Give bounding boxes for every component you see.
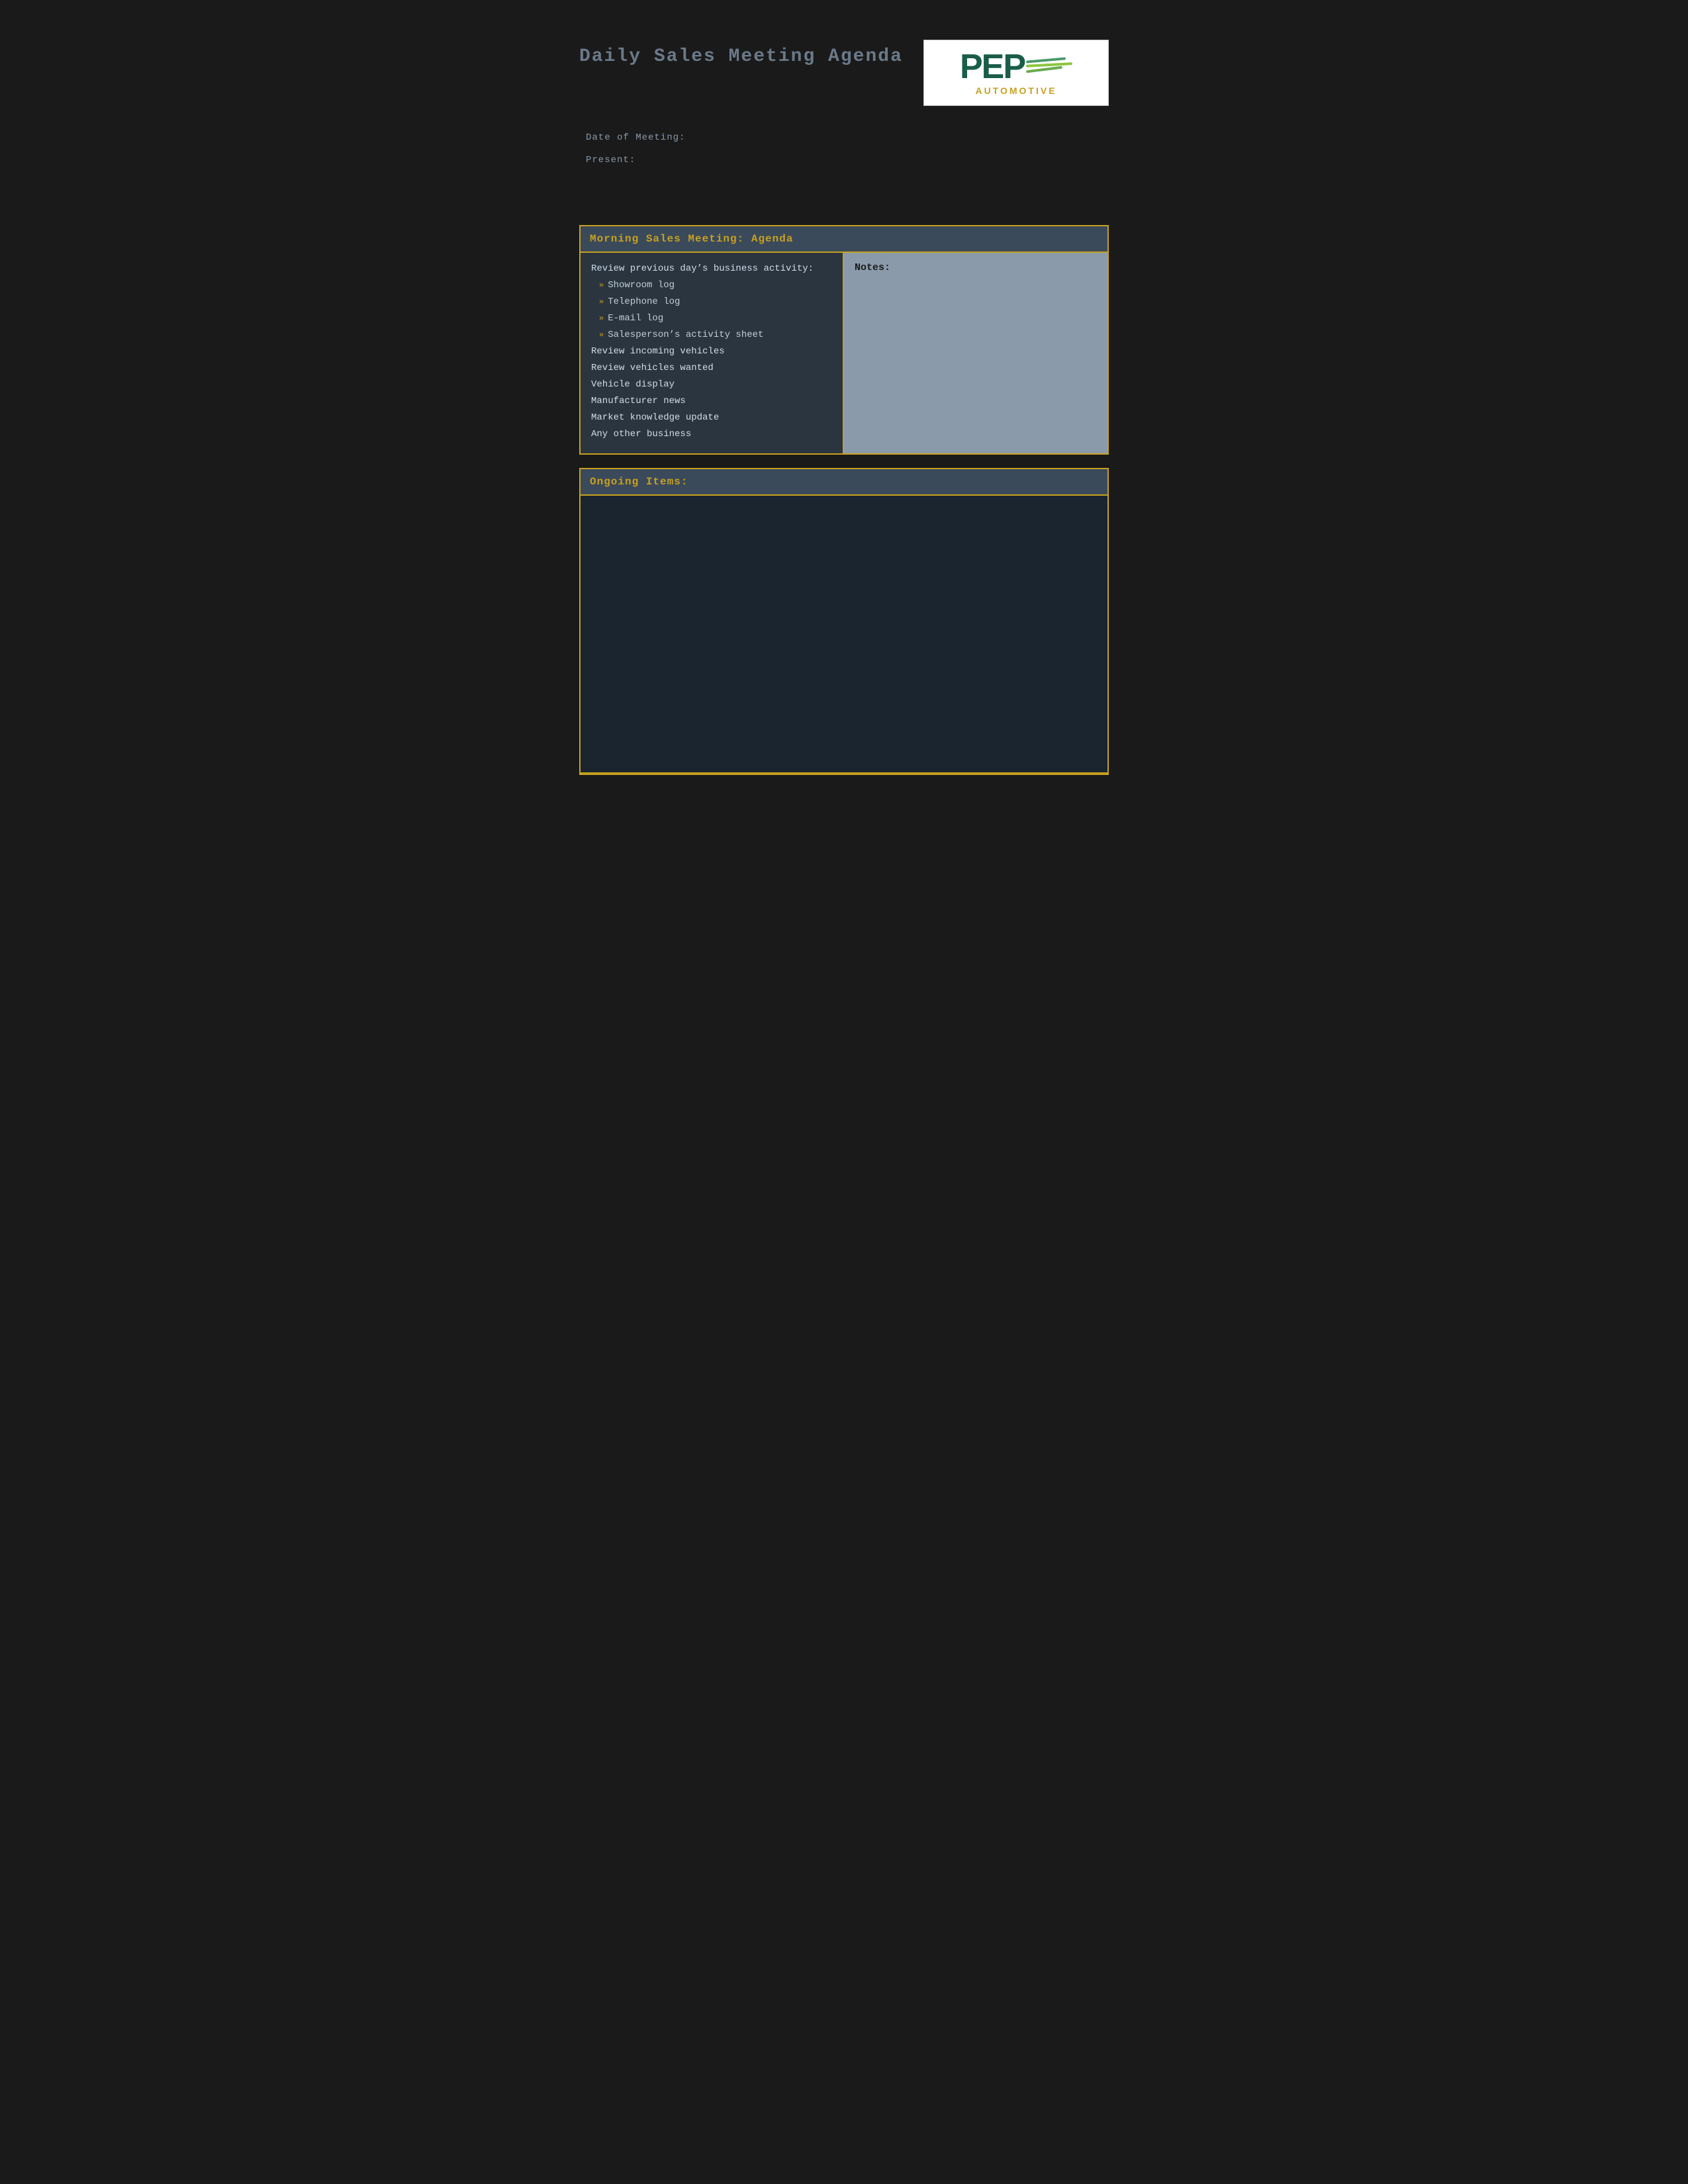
page-title: Daily Sales Meeting Agenda	[579, 46, 903, 67]
logo-container: PEP AUTOMOTIVE	[923, 40, 1109, 106]
ongoing-section: Ongoing Items:	[579, 468, 1109, 775]
bullet-icon: »	[599, 297, 604, 306]
agenda-left-column: Review previous day’s business activity:…	[581, 253, 844, 453]
ongoing-section-body	[581, 496, 1107, 774]
main-item-incoming: Review incoming vehicles	[591, 345, 832, 359]
logo-swoosh	[1026, 59, 1072, 73]
sub-item-email: »E-mail log	[591, 312, 832, 326]
present-label: Present:	[586, 155, 1109, 165]
bullet-icon: »	[599, 281, 604, 290]
morning-section-body: Review previous day’s business activity:…	[581, 253, 1107, 453]
morning-section: Morning Sales Meeting: Agenda Review pre…	[579, 225, 1109, 455]
bullet-icon: »	[599, 314, 604, 323]
header-section: Daily Sales Meeting Agenda PEP AUTOMOTIV…	[579, 40, 1109, 106]
main-item-vehicles-wanted: Review vehicles wanted	[591, 361, 832, 375]
notes-column: Notes:	[844, 253, 1107, 453]
page-container: Daily Sales Meeting Agenda PEP AUTOMOTIV…	[546, 13, 1142, 801]
main-item-vehicle-display: Vehicle display	[591, 378, 832, 392]
main-item-any-other: Any other business	[591, 428, 832, 441]
ongoing-section-header: Ongoing Items:	[581, 469, 1107, 496]
logo-pep-group: PEP	[960, 50, 1072, 84]
spacer	[579, 185, 1109, 225]
sub-item-salesperson: »Salesperson’s activity sheet	[591, 328, 832, 342]
morning-section-header: Morning Sales Meeting: Agenda	[581, 226, 1107, 253]
review-intro: Review previous day’s business activity:	[591, 262, 832, 276]
sub-item-showroom: »Showroom log	[591, 279, 832, 293]
main-item-manufacturer: Manufacturer news	[591, 394, 832, 408]
meta-section: Date of Meeting: Present:	[579, 132, 1109, 165]
swoosh-line-2	[1026, 62, 1072, 68]
sub-item-telephone: »Telephone log	[591, 295, 832, 309]
notes-label: Notes:	[855, 262, 1097, 273]
logo-automotive-text: AUTOMOTIVE	[975, 85, 1056, 96]
swoosh-line-1	[1026, 57, 1066, 63]
bullet-icon: »	[599, 330, 604, 340]
logo-pep-text: PEP	[960, 50, 1025, 84]
main-item-market-knowledge: Market knowledge update	[591, 411, 832, 425]
date-of-meeting-label: Date of Meeting:	[586, 132, 1109, 143]
